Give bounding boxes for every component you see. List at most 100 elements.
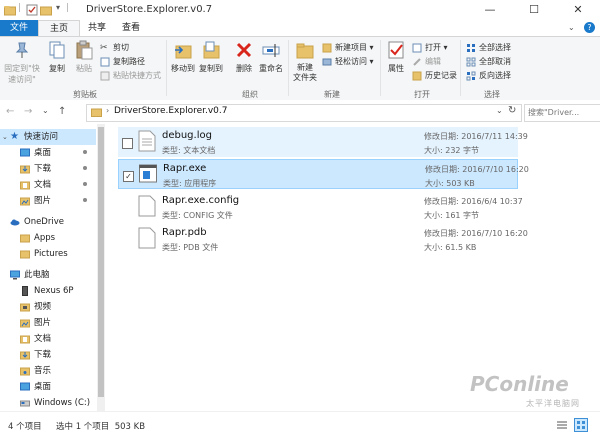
copy-to-button[interactable]: 复制到 [198, 40, 224, 74]
desktop-folder-icon [20, 382, 30, 390]
pictures-folder-icon [20, 319, 30, 327]
new-folder-button[interactable]: 新建 文件夹 [292, 40, 318, 83]
minimize-button[interactable]: — [468, 0, 512, 20]
new-item-button[interactable]: 新建项目 ▾ [322, 42, 374, 53]
tiles-view-icon[interactable] [574, 418, 588, 432]
pin-icon[interactable] [82, 165, 88, 171]
address-path[interactable]: DriverStore.Explorer.v0.7 [114, 106, 228, 116]
properties-check-icon[interactable] [26, 4, 38, 16]
cut-button[interactable]: ✂ 剪切 [100, 42, 129, 53]
file-type: 类型: CONFIG 文件 [162, 211, 233, 220]
maximize-button[interactable]: ☐ [512, 0, 556, 20]
pin-icon[interactable] [82, 149, 88, 155]
videos-folder-icon [20, 303, 30, 311]
tab-view[interactable]: 查看 [114, 20, 148, 36]
invert-selection-label: 反向选择 [479, 71, 511, 80]
nav-windows-c[interactable]: Windows (C:) [20, 395, 96, 411]
delete-button[interactable]: 删除 [232, 40, 256, 74]
ribbon-separator [460, 40, 461, 96]
file-row[interactable]: Rapr.exe.config 类型: CONFIG 文件 修改日期: 2016… [118, 192, 523, 222]
nav-label: 音乐 [34, 366, 52, 376]
copy-icon [49, 41, 65, 59]
invert-selection-button[interactable]: 反向选择 [466, 70, 511, 81]
recent-dropdown-icon[interactable]: ⌄ [42, 106, 49, 115]
open-button[interactable]: 打开 ▾ [412, 42, 448, 53]
delete-icon [236, 42, 252, 58]
nav-apps[interactable]: Apps [20, 230, 96, 246]
folder-icon [20, 234, 30, 242]
open-label: 打开 [425, 43, 441, 52]
nav-scrollbar-thumb[interactable] [98, 127, 104, 397]
nav-pc-documents[interactable]: 文档 [20, 331, 96, 347]
easy-access-button[interactable]: 轻松访问 ▾ [322, 56, 374, 67]
history-button[interactable]: 历史记录 [412, 70, 457, 81]
forward-button[interactable]: → [24, 106, 32, 117]
copy-button[interactable]: 复制 [44, 40, 70, 74]
nav-label: 文档 [34, 334, 52, 344]
breadcrumb-separator: › [106, 106, 110, 115]
pin-icon[interactable] [82, 181, 88, 187]
address-dropdown-icon[interactable]: ⌄ [496, 106, 503, 115]
paste-button[interactable]: 粘贴 [72, 40, 96, 74]
nav-pictures[interactable]: 图片 [20, 193, 96, 209]
download-folder-icon [20, 165, 30, 173]
file-row[interactable]: ✓ Rapr.exe 类型: 应用程序 修改日期: 2016/7/10 16:2… [118, 159, 529, 189]
up-button[interactable]: ↑ [58, 106, 66, 117]
close-button[interactable]: ✕ [556, 0, 600, 20]
nav-music[interactable]: 音乐 [20, 363, 96, 379]
row-checkbox-checked[interactable]: ✓ [123, 171, 134, 182]
chevron-down-icon[interactable]: ⌄ [2, 129, 10, 145]
nav-label: 快速访问 [24, 132, 59, 142]
new-folder-icon [296, 43, 314, 59]
edit-button[interactable]: 编辑 [412, 56, 441, 67]
paste-icon [76, 40, 93, 60]
history-icon [412, 71, 422, 80]
nav-downloads[interactable]: 下载 [20, 161, 96, 177]
folder-icon [20, 250, 30, 258]
nav-videos[interactable]: 视频 [20, 299, 96, 315]
nav-pc-pictures[interactable]: 图片 [20, 315, 96, 331]
nav-pc-downloads[interactable]: 下载 [20, 347, 96, 363]
nav-pictures-onedrive[interactable]: Pictures [20, 246, 96, 262]
paste-shortcut-button[interactable]: 粘贴快捷方式 [100, 70, 161, 81]
nav-this-pc[interactable]: 此电脑 [10, 267, 96, 283]
file-row[interactable]: debug.log 类型: 文本文档 修改日期: 2016/7/11 14:39… [118, 127, 528, 157]
back-button[interactable]: ← [6, 106, 14, 117]
rename-button[interactable]: 重命名 [258, 40, 284, 74]
select-none-button[interactable]: 全部取消 [466, 56, 511, 67]
group-select-label: 选择 [484, 90, 500, 99]
nav-documents[interactable]: 文档 [20, 177, 96, 193]
file-date: 修改日期: 2016/7/11 14:39 [424, 132, 528, 141]
tab-share[interactable]: 共享 [80, 20, 114, 36]
tab-file[interactable]: 文件 [0, 20, 38, 36]
qa-dropdown-icon[interactable]: ▾ [56, 3, 60, 12]
copy-path-button[interactable]: 复制路径 [100, 56, 145, 67]
cut-label: 剪切 [113, 43, 129, 52]
nav-quick-access[interactable]: ⌄ ★ 快速访问 [0, 129, 96, 145]
nav-pc-desktop[interactable]: 桌面 [20, 379, 96, 395]
nav-label: 视频 [34, 302, 52, 312]
group-open-label: 打开 [414, 90, 430, 99]
file-size: 大小: 503 KB [425, 179, 475, 188]
file-row[interactable]: Rapr.pdb 类型: PDB 文件 修改日期: 2016/7/10 16:2… [118, 224, 528, 254]
pin-quick-access-button[interactable]: 固定到"快速访问" [2, 40, 42, 85]
group-clipboard-label: 剪贴板 [73, 90, 97, 99]
nav-desktop[interactable]: 桌面 [20, 145, 96, 161]
help-icon[interactable]: ? [584, 22, 595, 33]
tab-home[interactable]: 主页 [38, 20, 80, 37]
ribbon-separator [380, 40, 381, 96]
row-checkbox[interactable] [122, 138, 133, 149]
new-folder-icon[interactable] [40, 4, 52, 16]
nav-nexus[interactable]: Nexus 6P [20, 283, 96, 299]
move-to-button[interactable]: 移动到 [170, 40, 196, 74]
select-all-button[interactable]: 全部选择 [466, 42, 511, 53]
refresh-button[interactable]: ↻ [508, 105, 516, 116]
ribbon-collapse-icon[interactable]: ⌄ [568, 23, 575, 32]
invert-selection-icon [466, 71, 476, 80]
properties-button[interactable]: 属性 [384, 40, 408, 74]
drive-icon [20, 400, 30, 406]
nav-onedrive[interactable]: OneDrive [10, 214, 96, 230]
details-view-icon[interactable] [556, 419, 568, 431]
pin-icon[interactable] [82, 197, 88, 203]
nav-label: Windows (C:) [34, 398, 91, 408]
